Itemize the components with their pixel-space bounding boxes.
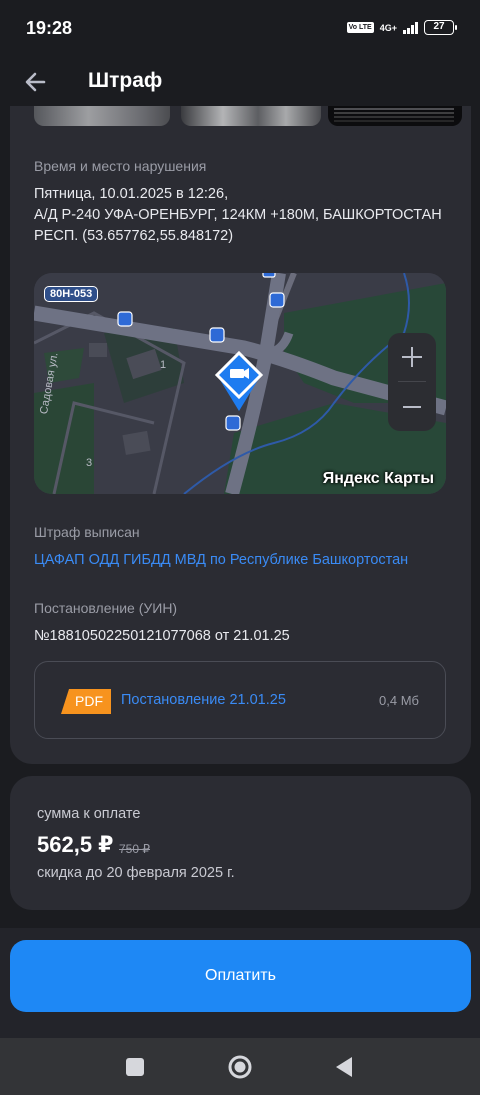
back-button[interactable]	[20, 66, 52, 98]
circle-icon	[228, 1055, 252, 1079]
violation-road: А/Д Р-240 УФА-ОРЕНБУРГ, 124КМ +180М, БАШ…	[34, 207, 442, 223]
system-nav-bar	[0, 1038, 480, 1095]
amount-label: сумма к оплате	[37, 806, 141, 822]
plus-icon	[402, 347, 422, 367]
network-type: 4G+	[379, 22, 397, 33]
resolution-label: Постановление (УИН)	[34, 600, 178, 616]
bottom-action-panel: Оплатить	[0, 928, 480, 1038]
violation-photo[interactable]	[34, 106, 170, 126]
violation-region: РЕСП. (53.657762,55.848172)	[34, 228, 234, 244]
status-bar: 19:28 Vo LTE 4G+ 27	[0, 0, 480, 56]
pdf-icon: PDF	[61, 689, 111, 714]
pdf-badge-label: PDF	[75, 693, 103, 709]
violation-map[interactable]: 80Н-053 Садовая ул. 1 3 Яндекс Карты	[34, 273, 446, 494]
discount-note: скидка до 20 февраля 2025 г.	[37, 865, 235, 881]
resolution-number: №18810502250121077068 от 21.01.25	[34, 628, 290, 644]
map-zoom-controls	[388, 333, 436, 431]
violation-photo[interactable]	[181, 106, 321, 126]
square-icon	[126, 1058, 144, 1076]
status-icons: Vo LTE 4G+ 27	[346, 20, 457, 35]
time-place-label: Время и место нарушения	[34, 158, 207, 174]
triangle-left-icon	[336, 1057, 352, 1077]
original-amount: 750 ₽	[119, 842, 150, 856]
battery-icon: 27	[424, 20, 457, 35]
building-number: 3	[86, 457, 93, 469]
building-number: 1	[160, 359, 167, 371]
violation-date: Пятница, 10.01.2025 в 12:26,	[34, 186, 229, 202]
violation-photo[interactable]	[328, 106, 462, 126]
signal-icon	[403, 21, 418, 34]
zoom-in-button[interactable]	[388, 333, 436, 381]
pdf-document-size: 0,4 Мб	[379, 693, 419, 708]
road-number-label: 80Н-053	[44, 286, 99, 302]
pay-button[interactable]: Оплатить	[10, 940, 471, 1012]
page-title: Штраф	[88, 69, 163, 92]
minus-icon	[403, 406, 421, 408]
amount-due: 562,5 ₽	[37, 832, 114, 857]
recent-apps-button[interactable]	[120, 1052, 150, 1082]
status-time: 19:28	[26, 18, 73, 38]
issuer-link[interactable]: ЦАФАП ОДД ГИБДД МВД по Республике Башкор…	[34, 552, 408, 568]
fine-details-card: Время и место нарушения Пятница, 10.01.2…	[10, 106, 471, 764]
arrow-left-icon	[25, 72, 46, 92]
map-tiles	[34, 273, 446, 494]
violation-photos	[10, 106, 471, 128]
back-nav-button[interactable]	[330, 1052, 360, 1082]
home-button[interactable]	[225, 1052, 255, 1082]
pdf-document-item[interactable]: PDF Постановление 21.01.25 0,4 Мб	[34, 661, 446, 739]
map-provider-logo: Яндекс Карты	[322, 470, 434, 487]
payment-summary-card: сумма к оплате 562,5 ₽ 750 ₽ скидка до 2…	[10, 776, 471, 910]
volte-icon: Vo LTE	[346, 22, 374, 33]
zoom-divider	[398, 381, 426, 382]
issuer-label: Штраф выписан	[34, 524, 140, 540]
app-header: Штраф	[0, 58, 480, 106]
zoom-out-button[interactable]	[388, 383, 436, 431]
pdf-document-name: Постановление 21.01.25	[121, 692, 286, 708]
